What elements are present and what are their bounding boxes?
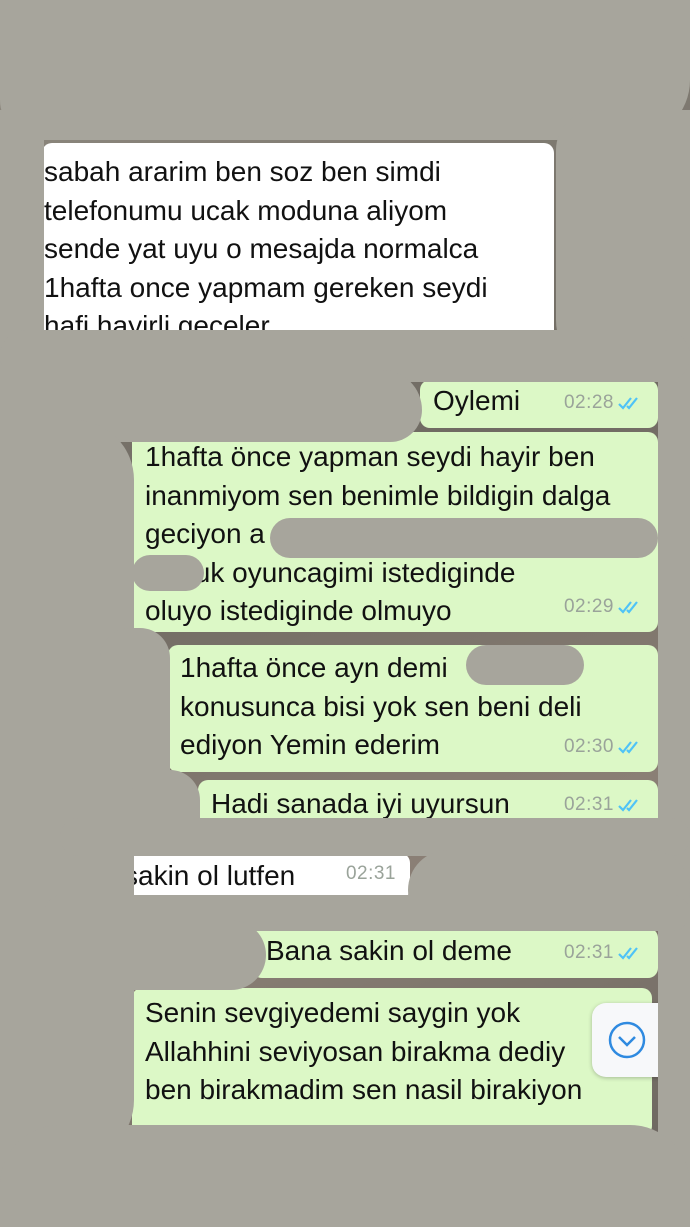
message-bubble-outgoing[interactable]: Senin sevgiyedemi saygin yok Allahhini s… — [132, 988, 652, 1136]
redaction-mid-2 — [132, 555, 204, 591]
message-meta: 02:30 — [564, 728, 644, 767]
message-meta: 02:29 — [564, 588, 644, 627]
message-meta: 02:31 — [564, 934, 644, 973]
message-bubble-outgoing[interactable]: Bana sakin ol deme 02:31 — [252, 928, 658, 978]
message-bubble-outgoing[interactable]: Oylemi 02:28 — [420, 380, 658, 428]
message-bubble-incoming[interactable]: sakin ol lutfen 02:31 — [118, 853, 410, 899]
double-check-icon — [618, 799, 638, 812]
message-bubble-outgoing[interactable]: 1hafta önce ayn demi konusunca bisi yok … — [168, 645, 658, 772]
message-time: 02:28 — [563, 391, 614, 413]
message-text: Senin sevgiyedemi saygin yok Allahhini s… — [145, 997, 583, 1105]
message-time: 02:30 — [563, 735, 614, 757]
redaction-name — [466, 645, 584, 685]
message-time: 02:31 — [345, 862, 396, 884]
message-text: sabah ararim ben soz ben simdi telefonum… — [44, 156, 488, 341]
scroll-to-bottom-button[interactable] — [592, 1003, 662, 1077]
redaction-right-mid — [658, 380, 690, 1170]
message-meta: 02:28 — [564, 384, 644, 423]
message-time: 02:31 — [563, 941, 614, 963]
message-bubble-incoming[interactable]: sabah ararim ben soz ben simdi telefonum… — [42, 143, 554, 343]
redaction-left-low — [44, 920, 266, 990]
message-time: 02:29 — [563, 595, 614, 617]
double-check-icon — [618, 947, 638, 960]
redaction-mid-1 — [270, 518, 658, 558]
message-meta: 02:31 — [346, 855, 396, 894]
chevron-down-circle-icon — [608, 1021, 646, 1059]
double-check-icon — [618, 741, 638, 754]
double-check-icon — [618, 397, 638, 410]
double-check-icon — [618, 601, 638, 614]
redaction-bottom — [0, 1125, 690, 1227]
